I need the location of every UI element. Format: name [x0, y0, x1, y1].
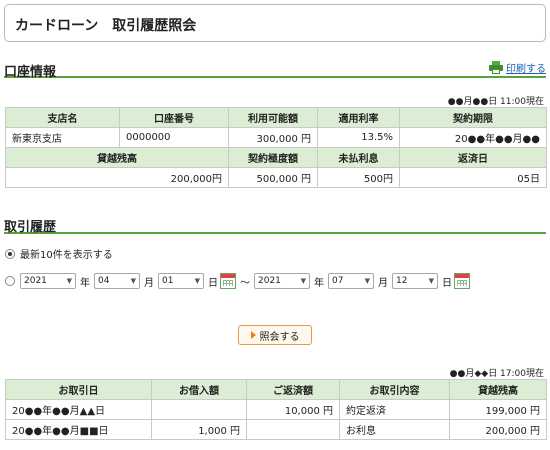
repayment-day-value: 05日 [399, 167, 547, 188]
from-year-unit: 年 [80, 277, 90, 289]
to-year-select[interactable]: 2021 ▼ [254, 273, 310, 289]
account-section-header: 口座情報 印刷する [4, 60, 546, 80]
range-tilde: ～ [240, 277, 250, 289]
to-month-select[interactable]: 07 ▼ [328, 273, 374, 289]
credit-limit-value: 500,000 円 [228, 167, 318, 188]
play-arrow-icon [250, 331, 256, 339]
header-branch: 支店名 [5, 107, 120, 128]
account-header-row-1: 支店名 口座番号 利用可能額 適用利率 契約期限 [5, 107, 547, 128]
branch-value: 新東京支店 [5, 127, 120, 148]
latest-option-label[interactable]: 最新10件を表示する [20, 246, 113, 261]
from-month-unit: 月 [144, 277, 154, 289]
header-credit-limit: 契約極度額 [228, 147, 318, 168]
table-row: 20●●年●●月■■日 1,000 円 お利息 200,000 円 [5, 419, 547, 440]
header-interest-rate: 適用利率 [317, 107, 400, 128]
header-overdraft-balance: 貸越残高 [5, 147, 229, 168]
available-amount-value: 300,000 円 [228, 127, 318, 148]
transaction-type: 約定返済 [339, 399, 450, 420]
history-as-of: ●●月◆◆日 17:00現在 [449, 369, 544, 379]
date-range-radio[interactable] [5, 276, 15, 286]
latest-radio[interactable] [5, 248, 15, 259]
borrowed-amount [151, 399, 247, 420]
header-repayment-day: 返済日 [399, 147, 547, 168]
header-contract-expiry: 契約期限 [399, 107, 547, 128]
printer-icon [489, 61, 503, 74]
header-unpaid-interest: 未払利息 [317, 147, 400, 168]
date-range-row: 2021 ▼ 年 04 ▼ 月 01 ▼ 日 ～ 2021 ▼ 年 07 ▼ 月 12 ▼ … [5, 273, 470, 289]
borrowed-amount: 1,000 円 [151, 419, 247, 440]
header-borrowed-amount: お借入額 [151, 379, 247, 400]
inquiry-button[interactable]: 照会する [238, 325, 312, 345]
header-balance: 貸越残高 [449, 379, 547, 400]
account-value-row-1: 新東京支店 0000000 300,000 円 13.5% 20●●年●●月●● [5, 127, 547, 148]
inquiry-button-label[interactable]: 照会する [260, 328, 300, 343]
account-value-row-2: 200,000円 500,000 円 500円 05日 [5, 167, 547, 188]
header-available-amount: 利用可能額 [228, 107, 318, 128]
latest-option-row[interactable]: 最新10件を表示する [5, 246, 113, 261]
account-section-title: 口座情報 [4, 65, 57, 80]
transaction-date: 20●●年●●月▲▲日 [5, 399, 152, 420]
account-header-row-2: 貸越残高 契約極度額 未払利息 返済日 [5, 147, 547, 168]
history-section-title: 取引履歴 [4, 220, 57, 235]
header-account-number: 口座番号 [119, 107, 229, 128]
page-title: カードローン 取引履歴照会 [4, 4, 546, 42]
to-month-unit: 月 [378, 277, 388, 289]
unpaid-interest-value: 500円 [317, 167, 400, 188]
table-row: 20●●年●●月▲▲日 10,000 円 約定返済 199,000 円 [5, 399, 547, 420]
to-day-select[interactable]: 12 ▼ [392, 273, 438, 289]
account-number-value: 0000000 [119, 127, 229, 148]
overdraft-balance-value: 200,000円 [5, 167, 229, 188]
transaction-type: お利息 [339, 419, 450, 440]
header-repaid-amount: ご返済額 [246, 379, 340, 400]
account-as-of: ●●月●●日 11:00現在 [447, 97, 544, 107]
print-link-label[interactable]: 印刷する [506, 60, 546, 75]
to-year-unit: 年 [314, 277, 324, 289]
account-info-table: 支店名 口座番号 利用可能額 適用利率 契約期限 新東京支店 0000000 3… [5, 107, 547, 188]
to-day-unit: 日 [442, 277, 452, 289]
repaid-amount: 10,000 円 [246, 399, 340, 420]
contract-expiry-value: 20●●年●●月●● [399, 127, 547, 148]
from-month-select[interactable]: 04 ▼ [94, 273, 140, 289]
header-transaction-date: お取引日 [5, 379, 152, 400]
transaction-table: お取引日 お借入額 ご返済額 お取引内容 貸越残高 20●●年●●月▲▲日 10… [5, 379, 547, 440]
print-link[interactable]: 印刷する [489, 60, 546, 75]
transaction-date: 20●●年●●月■■日 [5, 419, 152, 440]
repaid-amount [246, 419, 340, 440]
from-year-select[interactable]: 2021 ▼ [20, 273, 76, 289]
history-section-header: 取引履歴 [4, 214, 546, 235]
balance: 200,000 円 [449, 419, 547, 440]
from-day-select[interactable]: 01 ▼ [158, 273, 204, 289]
from-calendar-icon[interactable] [220, 273, 236, 289]
transaction-header-row: お取引日 お借入額 ご返済額 お取引内容 貸越残高 [5, 379, 547, 400]
header-transaction-type: お取引内容 [339, 379, 450, 400]
balance: 199,000 円 [449, 399, 547, 420]
to-calendar-icon[interactable] [454, 273, 470, 289]
from-day-unit: 日 [208, 277, 218, 289]
interest-rate-value: 13.5% [317, 127, 400, 148]
